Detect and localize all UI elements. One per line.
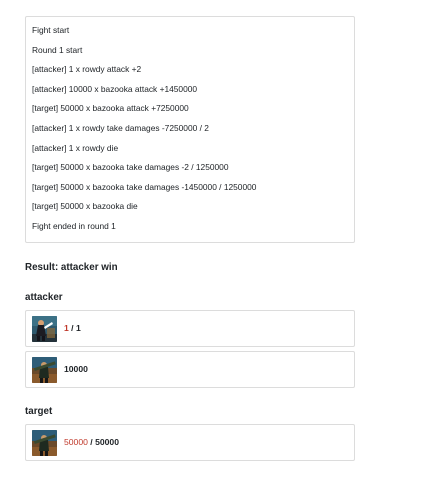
attacker-section-title: attacker (25, 292, 63, 303)
target-section-title: target (25, 406, 53, 417)
log-line: [target] 50000 x bazooka take damages -2… (32, 162, 229, 173)
bazooka-unit-icon (32, 357, 57, 383)
unit-alive-count: 50000 (64, 437, 88, 447)
log-line: [target] 50000 x bazooka take damages -1… (32, 181, 257, 192)
rowdy-unit-icon (32, 316, 57, 342)
log-line: [attacker] 1 x rowdy die (32, 142, 119, 153)
log-line: [target] 50000 x bazooka attack +7250000 (32, 103, 189, 114)
log-line: Fight ended in round 1 (32, 220, 116, 231)
log-line: Fight start (32, 25, 70, 35)
unit-count: 1 / 1 (64, 323, 81, 333)
unit-count: 50000 / 50000 (64, 437, 119, 447)
unit-count-separator: / (87, 437, 96, 447)
target-unit-card: 50000 / 50000 (25, 424, 355, 461)
fight-log: Fight start Round 1 start [attacker] 1 x… (25, 16, 355, 243)
attacker-unit-card: 1 / 1 (25, 310, 355, 347)
log-line: Round 1 start (32, 44, 83, 55)
log-line: [attacker] 1 x rowdy take damages -72500… (32, 122, 209, 133)
unit-total-count: 50000 (95, 437, 119, 447)
log-line: [attacker] 1 x rowdy attack +2 (32, 64, 142, 75)
unit-count-separator: / (68, 323, 76, 333)
log-line: [attacker] 10000 x bazooka attack +14500… (32, 83, 198, 94)
log-line: [target] 50000 x bazooka die (32, 201, 138, 212)
fight-result: Result: attacker win (25, 262, 118, 273)
unit-total-count: 1 (75, 323, 81, 333)
bazooka-unit-icon (32, 430, 57, 456)
fight-report-page: Fight start Round 1 start [attacker] 1 x… (0, 0, 448, 480)
attacker-unit-card: 10000 (25, 351, 355, 388)
unit-count: 10000 (64, 364, 88, 374)
